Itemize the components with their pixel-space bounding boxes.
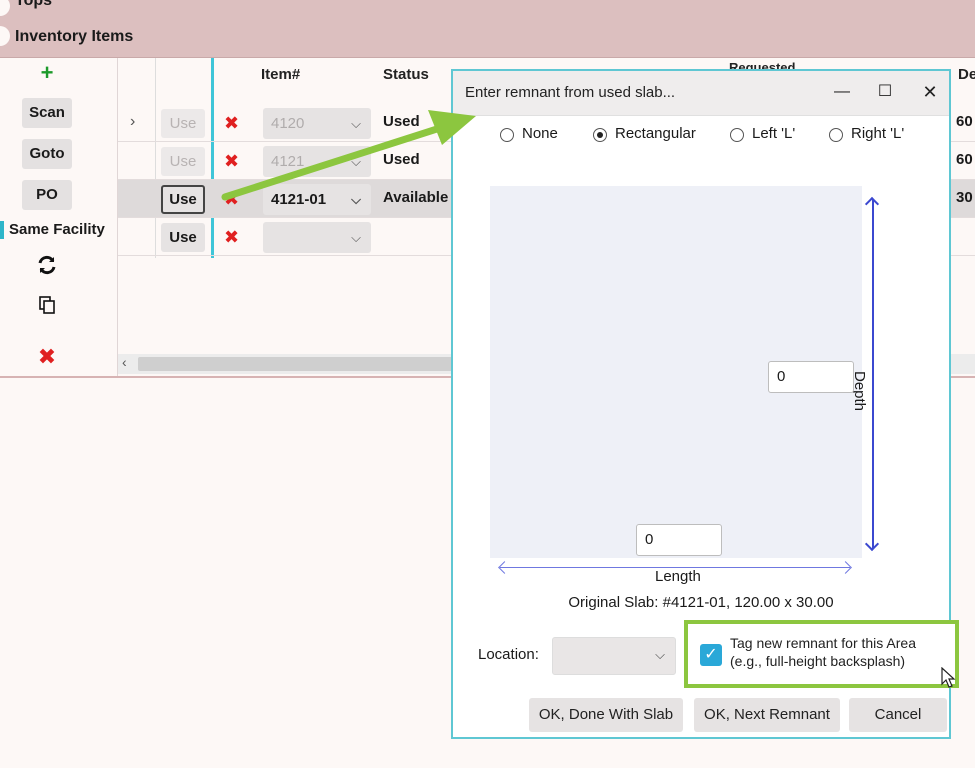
ok-done-button[interactable]: OK, Done With Slab xyxy=(529,698,683,732)
refresh-icon[interactable] xyxy=(36,254,58,276)
depth-dimension-arrow xyxy=(872,199,874,549)
po-button[interactable]: PO xyxy=(22,180,72,210)
chevron-down-icon: ⌵ xyxy=(351,116,361,131)
close-icon[interactable]: ✕ xyxy=(919,81,941,103)
depth-cell: 30 xyxy=(956,189,973,206)
remove-icon[interactable]: ✖ xyxy=(224,113,239,134)
status-cell: Used xyxy=(383,113,420,130)
copy-icon[interactable] xyxy=(36,294,58,316)
length-input[interactable]: 0 xyxy=(636,524,722,556)
item-select[interactable]: ⌵ xyxy=(263,222,371,253)
chevron-down-icon: ⌵ xyxy=(351,192,361,207)
scrollbar-thumb[interactable] xyxy=(138,357,453,371)
maximize-icon[interactable]: ☐ xyxy=(874,81,896,103)
section-header-inventory[interactable]: Inventory Items xyxy=(0,18,975,58)
chevron-right-icon[interactable]: › xyxy=(130,113,135,131)
header-item[interactable]: Item# xyxy=(261,66,300,83)
section-title-tops: Tops xyxy=(15,0,53,9)
section-header-tops[interactable]: Tops xyxy=(0,0,975,18)
dialog-title-bar[interactable]: Enter remnant from used slab... — ☐ ✕ xyxy=(453,71,949,116)
use-button[interactable]: Use xyxy=(161,185,205,214)
location-label: Location: xyxy=(478,646,539,663)
remove-icon[interactable]: ✖ xyxy=(224,189,239,210)
depth-input[interactable]: 0 xyxy=(768,361,854,393)
location-select[interactable]: ⌵ xyxy=(552,637,676,675)
use-button[interactable]: Use xyxy=(161,223,205,252)
minimize-icon[interactable]: — xyxy=(831,81,853,103)
remove-icon[interactable]: ✖ xyxy=(224,151,239,172)
use-button[interactable]: Use xyxy=(161,147,205,176)
inventory-toolbar: + Scan Goto PO Same Facility ✖ xyxy=(0,58,118,376)
depth-cell: 60 xyxy=(956,151,973,168)
scan-button[interactable]: Scan xyxy=(22,98,72,128)
ok-next-button[interactable]: OK, Next Remnant xyxy=(694,698,840,732)
radio-button-icon[interactable] xyxy=(730,128,744,142)
item-select[interactable]: 4121 ⌵ xyxy=(263,146,371,177)
remove-icon[interactable]: ✖ xyxy=(224,227,239,248)
status-cell: Available xyxy=(383,189,449,206)
goto-button[interactable]: Goto xyxy=(22,139,72,169)
depth-cell: 60 xyxy=(956,113,973,130)
section-title-inventory: Inventory Items xyxy=(15,28,134,45)
checkmark-icon[interactable]: ✓ xyxy=(700,644,722,666)
section-toggle[interactable] xyxy=(0,0,10,16)
item-select[interactable]: 4120 ⌵ xyxy=(263,108,371,139)
chevron-down-icon: ⌵ xyxy=(655,647,665,662)
chevron-down-icon: ⌵ xyxy=(351,230,361,245)
header-de[interactable]: De xyxy=(958,66,975,83)
tag-area-checkbox-highlight[interactable]: ✓ Tag new remnant for this Area (e.g., f… xyxy=(684,620,959,688)
same-facility-toggle[interactable]: Same Facility xyxy=(0,218,118,242)
dialog-title: Enter remnant from used slab... xyxy=(465,84,676,101)
plus-icon[interactable]: + xyxy=(36,62,58,84)
scroll-left-icon[interactable]: ‹ xyxy=(122,354,127,370)
radio-button-icon[interactable] xyxy=(829,128,843,142)
radio-button-icon[interactable] xyxy=(500,128,514,142)
header-status[interactable]: Status xyxy=(383,66,429,83)
original-slab-info: Original Slab: #4121-01, 120.00 x 30.00 xyxy=(568,594,834,611)
length-label: Length xyxy=(655,568,701,585)
section-toggle[interactable] xyxy=(0,26,10,46)
radio-button-icon[interactable] xyxy=(593,128,607,142)
cancel-button[interactable]: Cancel xyxy=(849,698,947,732)
tag-area-label: Tag new remnant for this Area (e.g., ful… xyxy=(730,635,916,669)
delete-icon[interactable]: ✖ xyxy=(36,346,58,368)
mouse-cursor-icon xyxy=(941,667,956,688)
item-select[interactable]: 4121-01 ⌵ xyxy=(263,184,371,215)
use-button[interactable]: Use xyxy=(161,109,205,138)
status-cell: Used xyxy=(383,151,420,168)
chevron-down-icon: ⌵ xyxy=(351,154,361,169)
